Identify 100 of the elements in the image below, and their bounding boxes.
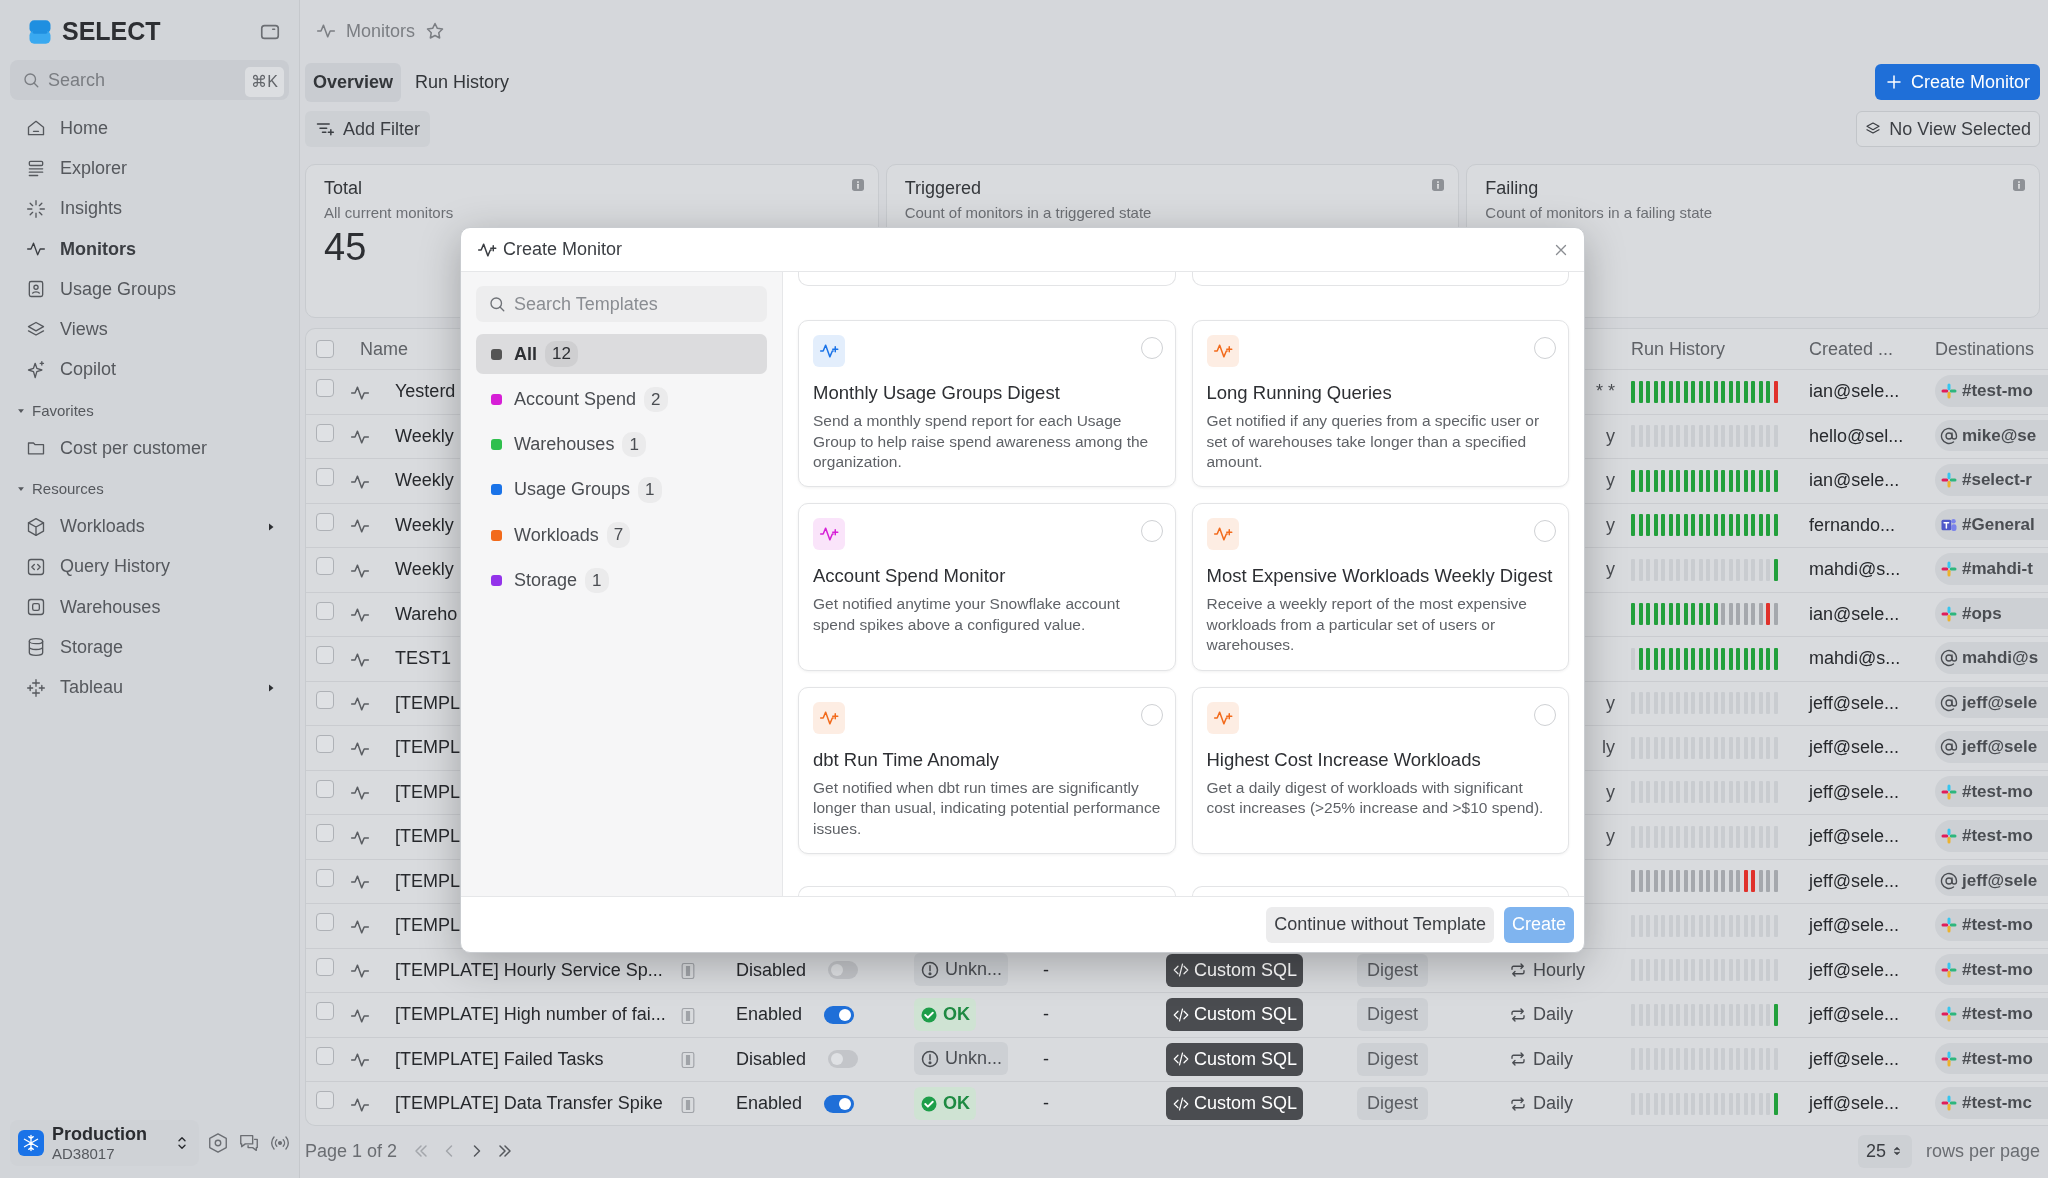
sidebar-item[interactable]: Usage Groups — [10, 269, 289, 310]
template-card[interactable]: Most Expensive Workloads Weekly Digest Receive a weekly report of the most expensive workloads from a particular set of users or warehouses. — [1191, 503, 1569, 671]
radio-button[interactable] — [1534, 703, 1556, 726]
checkbox[interactable] — [316, 1046, 334, 1065]
category-item[interactable]: Account Spend 2 — [476, 379, 767, 420]
template-card[interactable]: Monthly Usage Groups Digest Send a monthly spend report for each Usage Group to help raise spend awareness among the organization. — [798, 320, 1176, 488]
column-header[interactable]: Destinations — [1935, 338, 2035, 359]
destination-tag[interactable]: #test-mc — [1935, 1087, 2048, 1119]
create-monitor-button[interactable]: Create Monitor — [1874, 64, 2040, 100]
checkbox[interactable] — [316, 690, 334, 709]
category-item[interactable]: Usage Groups 1 — [476, 469, 767, 510]
checkbox[interactable] — [316, 824, 334, 843]
checkbox[interactable] — [316, 340, 334, 358]
toggle-switch[interactable] — [828, 1050, 859, 1069]
checkbox[interactable] — [316, 379, 334, 398]
continue-without-template-button[interactable]: Continue without Template — [1266, 906, 1494, 943]
template-search-field[interactable]: Search Templates — [476, 286, 767, 322]
sidebar-item[interactable]: Insights — [10, 188, 289, 229]
info-icon[interactable] — [2011, 177, 2027, 193]
monitor-name[interactable]: [TEMPL — [395, 826, 460, 847]
checkbox[interactable] — [316, 1091, 334, 1110]
monitor-name[interactable]: Weekly — [395, 559, 454, 580]
monitor-name[interactable]: [TEMPL — [395, 915, 460, 936]
destination-tag[interactable]: #mahdi-t — [1935, 553, 2048, 585]
destination-tag[interactable]: #test-mo — [1935, 820, 2048, 852]
destination-tag[interactable]: jeff@sele — [1935, 731, 2048, 763]
monitor-name[interactable]: [TEMPLATE] Failed Tasks — [395, 1048, 604, 1069]
destination-tag[interactable]: #ops — [1935, 597, 2048, 630]
checkbox[interactable] — [316, 735, 334, 754]
sidebar-item[interactable]: Tableau — [10, 667, 289, 708]
destination-tag[interactable]: mahdi@s — [1935, 642, 2048, 674]
sidebar-item[interactable]: Copilot — [10, 349, 289, 391]
destination-tag[interactable]: #test-mo — [1935, 953, 2048, 986]
monitor-name[interactable]: [TEMPLATE] High number of fai... — [395, 1004, 666, 1025]
tab[interactable]: Run History — [407, 62, 518, 102]
toggle-switch[interactable] — [824, 1005, 855, 1024]
sidebar-item[interactable]: Workloads — [10, 506, 289, 547]
sidebar-item[interactable]: Explorer — [10, 148, 289, 189]
radio-button[interactable] — [1140, 703, 1163, 726]
monitor-name[interactable]: Wareho — [395, 603, 458, 624]
tab[interactable]: Overview — [305, 62, 402, 102]
category-item[interactable]: Storage 1 — [476, 560, 767, 601]
monitor-name[interactable]: [TEMPLATE] Hourly Service Sp... — [395, 959, 663, 980]
destination-tag[interactable]: #test-mo — [1935, 375, 2048, 407]
destination-tag[interactable]: #test-mo — [1935, 909, 2048, 941]
column-header[interactable]: Name — [360, 338, 408, 359]
radio-button[interactable] — [1534, 337, 1556, 359]
sidebar-item[interactable]: Monitors — [10, 228, 289, 270]
monitor-name[interactable]: TEST1 — [395, 648, 451, 669]
template-card[interactable]: Highest Cost Increase Workloads Get a daily digest of workloads with significant cost increases (>25% increase and >$10 spend). — [1191, 686, 1569, 855]
category-item[interactable]: All 12 — [476, 334, 767, 374]
destination-tag[interactable]: #test-mo — [1935, 998, 2048, 1030]
monitor-name[interactable]: [TEMPL — [395, 870, 460, 891]
checkbox[interactable] — [316, 512, 334, 531]
destination-tag[interactable]: mike@se — [1935, 419, 2048, 452]
section-header[interactable]: Resources — [10, 476, 289, 503]
monitor-name[interactable]: Weekly — [395, 514, 454, 535]
star-icon[interactable] — [425, 21, 446, 41]
destination-tag[interactable]: #test-mo — [1935, 1042, 2048, 1075]
view-selector-button[interactable]: No View Selected — [1856, 111, 2040, 147]
checkbox[interactable] — [316, 601, 334, 620]
template-card[interactable]: dbt Run Time Anomaly Get notified when dbt run times are significantly longer than usual, indicating potential performance issues. — [798, 686, 1176, 855]
category-item[interactable]: Workloads 7 — [476, 515, 767, 556]
monitor-name[interactable]: Weekly — [395, 470, 454, 491]
checkbox[interactable] — [316, 779, 334, 798]
monitor-name[interactable]: [TEMPL — [395, 781, 460, 802]
sidebar-item[interactable]: Cost per customer — [10, 428, 289, 469]
add-filter-button[interactable]: Add Filter — [305, 111, 431, 147]
sidebar-item[interactable]: Views — [10, 309, 289, 350]
radio-button[interactable] — [1534, 520, 1556, 543]
checkbox[interactable] — [316, 868, 334, 887]
section-header[interactable]: Favorites — [10, 398, 289, 425]
radio-button[interactable] — [1140, 337, 1163, 359]
template-card[interactable]: Account Spend Monitor Get notified anytime your Snowflake account spend spikes above a configured value. — [798, 503, 1176, 671]
checkbox[interactable] — [316, 1002, 334, 1021]
info-icon[interactable] — [1430, 177, 1447, 193]
sidebar-item[interactable]: Storage — [10, 627, 289, 668]
checkbox[interactable] — [316, 957, 334, 976]
sidebar-item[interactable]: Warehouses — [10, 586, 289, 628]
settings-icon[interactable] — [207, 1132, 229, 1155]
column-header[interactable]: Run History — [1631, 338, 1726, 359]
toggle-switch[interactable] — [824, 1094, 855, 1113]
template-card[interactable]: Long Running Queries Get notified if any queries from a specific user or set of warehouses take longer than a specified amount. — [1191, 320, 1569, 488]
monitor-name[interactable]: Weekly — [395, 425, 454, 446]
category-item[interactable]: Warehouses 1 — [476, 424, 767, 465]
page-size-select[interactable]: 25 — [1857, 1134, 1912, 1168]
radio-button[interactable] — [1140, 520, 1163, 543]
column-header[interactable]: Created ... — [1809, 338, 1894, 359]
checkbox[interactable] — [316, 557, 334, 576]
checkbox[interactable] — [316, 468, 334, 487]
destination-tag[interactable]: #General — [1935, 508, 2048, 541]
sidebar-item[interactable]: Query History — [10, 546, 289, 587]
sidebar-item[interactable]: Home — [10, 108, 289, 149]
monitor-name[interactable]: [TEMPL — [395, 692, 460, 713]
checkbox[interactable] — [316, 913, 334, 932]
checkbox[interactable] — [316, 423, 334, 442]
destination-tag[interactable]: jeff@sele — [1935, 686, 2048, 719]
toggle-switch[interactable] — [828, 961, 859, 980]
checkbox[interactable] — [316, 646, 334, 665]
destination-tag[interactable]: jeff@sele — [1935, 864, 2048, 897]
